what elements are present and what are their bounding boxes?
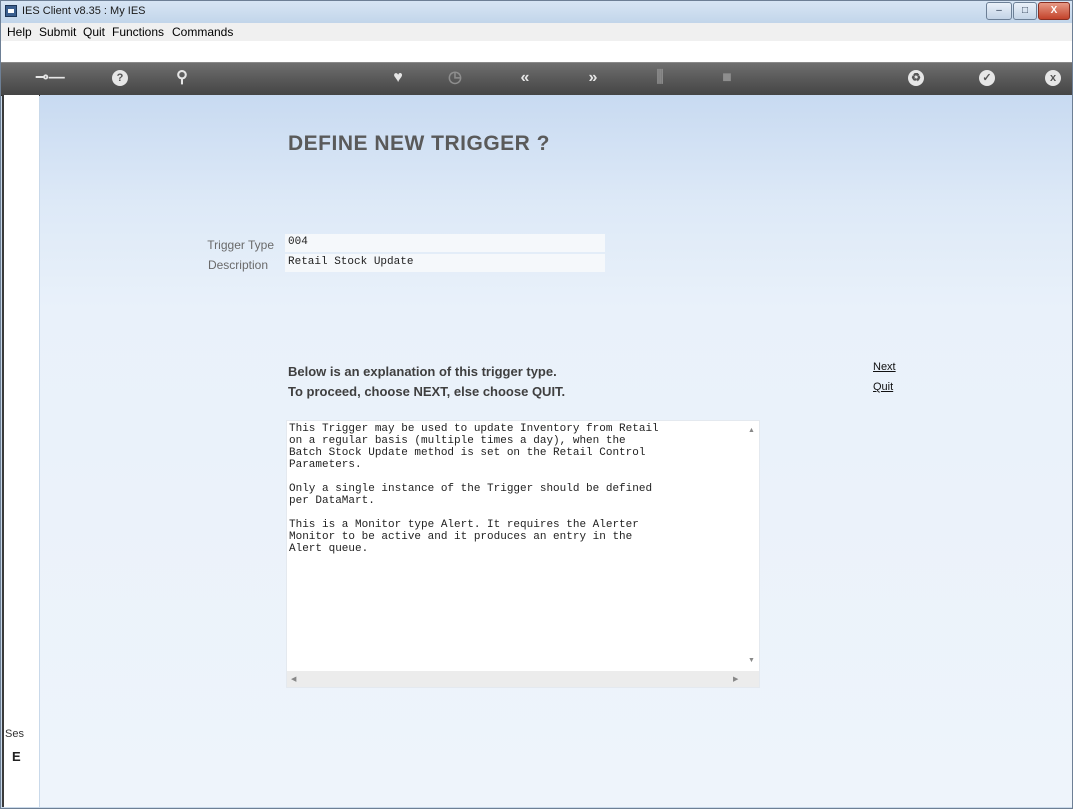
rewind-icon[interactable]: « (513, 67, 537, 89)
session-divider (2, 95, 4, 807)
maximize-button[interactable]: □ (1013, 2, 1037, 20)
quit-link[interactable]: Quit (873, 381, 893, 393)
bookmark-icon[interactable]: ⫼ (650, 67, 670, 89)
check-icon[interactable]: ✓ (979, 70, 995, 86)
session-icon[interactable]: E (12, 749, 21, 764)
menu-bar: Help Submit Quit Functions Commands (1, 23, 1072, 42)
vertical-scrollbar[interactable]: ▲ ▼ (743, 421, 759, 671)
minimize-button[interactable]: – (986, 2, 1012, 20)
menu-commands[interactable]: Commands (172, 25, 233, 39)
horizontal-scrollbar[interactable]: ◀ ▶ (287, 671, 759, 687)
explanation-paragraph: This is a Monitor type Alert. It require… (289, 519, 639, 555)
page-title: DEFINE NEW TRIGGER ? (288, 132, 550, 155)
heart-icon[interactable]: ♥ (388, 67, 408, 89)
clock-icon[interactable]: ◷ (445, 67, 465, 89)
proceed-instruction: To proceed, choose NEXT, else choose QUI… (288, 384, 566, 399)
fast-forward-icon[interactable]: » (581, 67, 605, 89)
help-icon[interactable]: ? (112, 70, 128, 86)
next-link[interactable]: Next (873, 361, 896, 373)
explanation-paragraph: Only a single instance of the Trigger sh… (289, 483, 653, 507)
key-icon[interactable]: ⊸— (35, 67, 65, 89)
search-icon[interactable]: ⚲ (171, 67, 193, 89)
window-title: IES Client v8.35 : My IES (22, 5, 146, 17)
explanation-paragraph: This Trigger may be used to update Inven… (289, 423, 659, 471)
app-window: IES Client v8.35 : My IES – □ X Help Sub… (0, 0, 1073, 809)
scroll-right-icon[interactable]: ▶ (733, 675, 738, 683)
scroll-down-icon[interactable]: ▼ (748, 657, 755, 664)
menu-submit[interactable]: Submit (39, 25, 76, 39)
close-window-button[interactable]: X (1038, 2, 1070, 20)
app-icon (5, 5, 17, 17)
menu-help[interactable]: Help (7, 25, 32, 39)
description-field[interactable]: Retail Stock Update (285, 254, 605, 272)
toolbar: ⊸— ? ⚲ ♥ ◷ « » ⫼ ■ ♻ ✓ x (1, 62, 1072, 96)
title-bar[interactable]: IES Client v8.35 : My IES – □ X (1, 1, 1072, 23)
explanation-intro: Below is an explanation of this trigger … (288, 364, 557, 379)
scrollbar-corner (743, 671, 759, 687)
menu-functions[interactable]: Functions (112, 25, 164, 39)
scroll-up-icon[interactable]: ▲ (748, 427, 755, 434)
explanation-text: This Trigger may be used to update Inven… (289, 423, 744, 671)
scroll-left-icon[interactable]: ◀ (291, 675, 296, 683)
trigger-type-label: Trigger Type (207, 238, 274, 252)
session-panel (2, 95, 39, 807)
description-label: Description (207, 258, 268, 272)
recycle-icon[interactable]: ♻ (908, 70, 924, 86)
stop-icon[interactable]: ■ (717, 67, 737, 89)
trigger-type-field[interactable]: 004 (285, 234, 605, 252)
explanation-textbox[interactable]: This Trigger may be used to update Inven… (286, 420, 760, 688)
session-label: Ses (5, 728, 24, 740)
toolbar-spacer (1, 41, 1072, 62)
menu-quit[interactable]: Quit (83, 25, 105, 39)
close-icon[interactable]: x (1045, 70, 1061, 86)
